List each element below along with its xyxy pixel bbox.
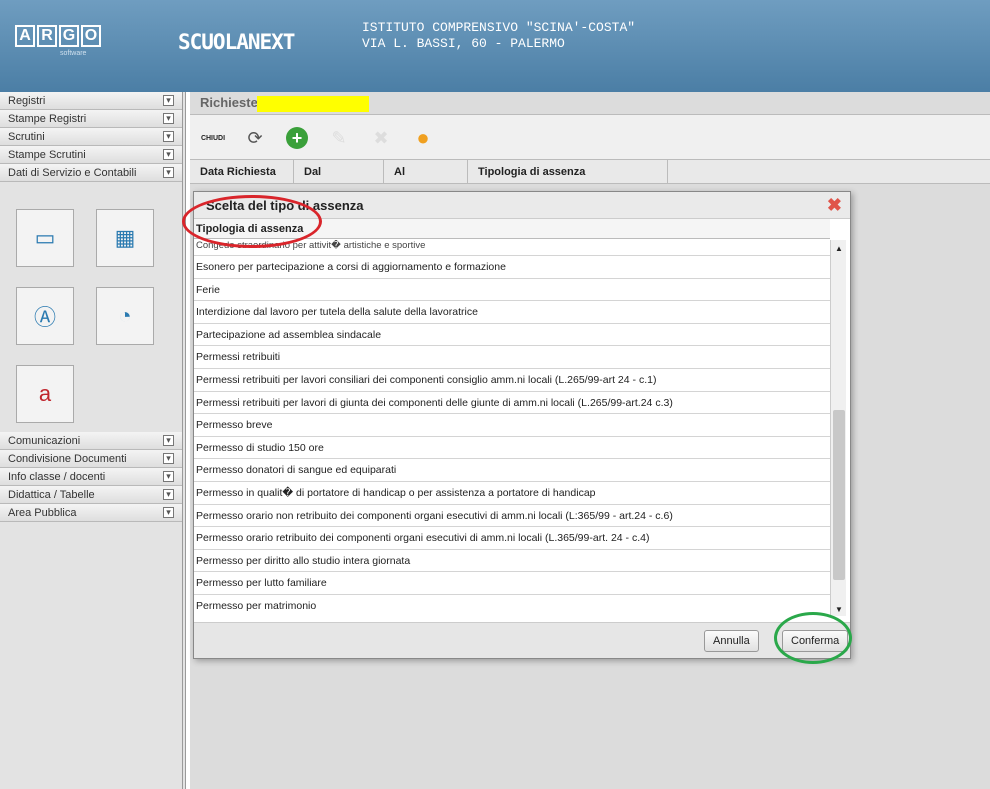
list-item[interactable]: Congedo straordinario per attivit� artis… bbox=[194, 240, 830, 256]
list-item[interactable]: Permesso per diritto allo studio intera … bbox=[194, 550, 830, 573]
sidebar: Registri ▾ Stampe Registri ▾ Scrutini ▾ Stampe… bbox=[0, 92, 186, 789]
refresh-icon[interactable]: ⟳ bbox=[238, 123, 272, 153]
scroll-thumb[interactable] bbox=[833, 410, 845, 580]
sidebar-item[interactable]: Dati di Servizio e Contabili ▾ bbox=[0, 164, 182, 182]
school-info: ISTITUTO COMPRENSIVO "SCINA'-COSTA" VIA … bbox=[362, 20, 636, 51]
user-speed-icon[interactable]: ◔ bbox=[96, 287, 154, 345]
expand-toggle-icon[interactable]: ▾ bbox=[163, 453, 174, 464]
highlight-mark bbox=[256, 95, 369, 112]
list-item[interactable]: Permesso breve bbox=[194, 414, 830, 437]
expand-toggle-icon[interactable]: ▾ bbox=[163, 95, 174, 106]
sidebar-item[interactable]: Condivisione Documenti ▾ bbox=[0, 450, 182, 468]
close-button[interactable]: CHIUDI bbox=[196, 123, 230, 153]
expand-toggle-icon[interactable]: ▾ bbox=[163, 471, 174, 482]
expand-toggle-icon[interactable]: ▾ bbox=[163, 489, 174, 500]
app-header: ARGO software SCUOLANEXT ISTITUTO COMPRE… bbox=[0, 0, 990, 92]
sidebar-item[interactable]: Info classe / docenti ▾ bbox=[0, 468, 182, 486]
delete-icon[interactable]: ✖ bbox=[364, 123, 398, 153]
sidebar-item[interactable]: Scrutini ▾ bbox=[0, 128, 182, 146]
close-icon[interactable]: ✖ bbox=[827, 192, 842, 219]
confirm-button[interactable]: Conferma bbox=[782, 630, 849, 652]
expand-toggle-icon[interactable]: ▾ bbox=[163, 507, 174, 518]
sidebar-item[interactable]: Registri ▾ bbox=[0, 92, 182, 110]
user-a-icon[interactable]: Ⓐ bbox=[16, 287, 74, 345]
sidebar-item[interactable]: Comunicazioni ▾ bbox=[0, 432, 182, 450]
edit-icon[interactable]: ✎ bbox=[322, 123, 356, 153]
expand-toggle-icon[interactable]: ▾ bbox=[163, 149, 174, 160]
sidebar-item[interactable]: Didattica / Tabelle ▾ bbox=[0, 486, 182, 504]
page-title: Richieste bbox=[190, 92, 990, 114]
expand-toggle-icon[interactable]: ▾ bbox=[163, 435, 174, 446]
sidebar-item[interactable]: Area Pubblica ▾ bbox=[0, 504, 182, 522]
scroll-down-icon[interactable]: ▼ bbox=[835, 605, 843, 614]
list-item[interactable]: Permessi retribuiti per lavori di giunta… bbox=[194, 392, 830, 415]
toolbar: CHIUDI ⟳ + ✎ ✖ ● bbox=[190, 114, 990, 160]
list-item[interactable]: Permesso di studio 150 ore bbox=[194, 437, 830, 460]
user-card-icon[interactable]: ▭ bbox=[16, 209, 74, 267]
app-name: SCUOLANEXT bbox=[178, 30, 295, 54]
expand-toggle-icon[interactable]: ▾ bbox=[163, 113, 174, 124]
scrollbar[interactable]: ▲ ▼ bbox=[830, 240, 846, 616]
list-item[interactable]: Permesso orario retribuito dei component… bbox=[194, 527, 830, 550]
expand-toggle-icon[interactable]: ▾ bbox=[163, 131, 174, 142]
list-item[interactable]: Esonero per partecipazione a corsi di ag… bbox=[194, 256, 830, 279]
list-item[interactable]: Permesso per lutto familiare bbox=[194, 572, 830, 595]
absence-type-dialog: Scelta del tipo di assenza ✖ Tipologia di… bbox=[193, 191, 851, 659]
letter-a-icon[interactable]: a bbox=[16, 365, 74, 423]
sidebar-icons: ▭ ▦ Ⓐ ◔ a bbox=[0, 182, 182, 432]
table-header: Data Richiesta Dal Al Tipologia di assen… bbox=[190, 160, 990, 184]
expand-toggle-icon[interactable]: ▾ bbox=[163, 167, 174, 178]
list-item[interactable]: Interdizione dal lavoro per tutela della… bbox=[194, 301, 830, 324]
list-item[interactable]: Permesso donatori di sangue ed equiparat… bbox=[194, 459, 830, 482]
list-item[interactable]: Permessi retribuiti per lavori consiliar… bbox=[194, 369, 830, 392]
sidebar-item[interactable]: Stampe Scrutini ▾ bbox=[0, 146, 182, 164]
sidebar-item[interactable]: Stampe Registri ▾ bbox=[0, 110, 182, 128]
list-item[interactable]: Permesso per matrimonio bbox=[194, 595, 830, 616]
argo-logo: ARGO bbox=[15, 25, 101, 47]
argo-sub: software bbox=[60, 50, 87, 57]
list-item[interactable]: Permesso orario non retribuito dei compo… bbox=[194, 505, 830, 528]
list-header[interactable]: Tipologia di assenza bbox=[194, 219, 830, 239]
list-item[interactable]: Permesso in qualit� di portatore di hand… bbox=[194, 482, 830, 505]
add-icon[interactable]: + bbox=[280, 123, 314, 153]
dialog-footer: Annulla Conferma bbox=[194, 622, 850, 658]
list-item[interactable]: Ferie bbox=[194, 279, 830, 302]
absence-list: Congedo straordinario per attivit� artis… bbox=[194, 240, 830, 616]
dialog-title: Scelta del tipo di assenza ✖ bbox=[194, 192, 850, 219]
list-item[interactable]: Partecipazione ad assemblea sindacale bbox=[194, 324, 830, 347]
calculator-icon[interactable]: ▦ bbox=[96, 209, 154, 267]
scroll-up-icon[interactable]: ▲ bbox=[835, 244, 843, 253]
cancel-button[interactable]: Annulla bbox=[704, 630, 759, 652]
lightbulb-icon[interactable]: ● bbox=[406, 123, 440, 153]
list-item[interactable]: Permessi retribuiti bbox=[194, 346, 830, 369]
